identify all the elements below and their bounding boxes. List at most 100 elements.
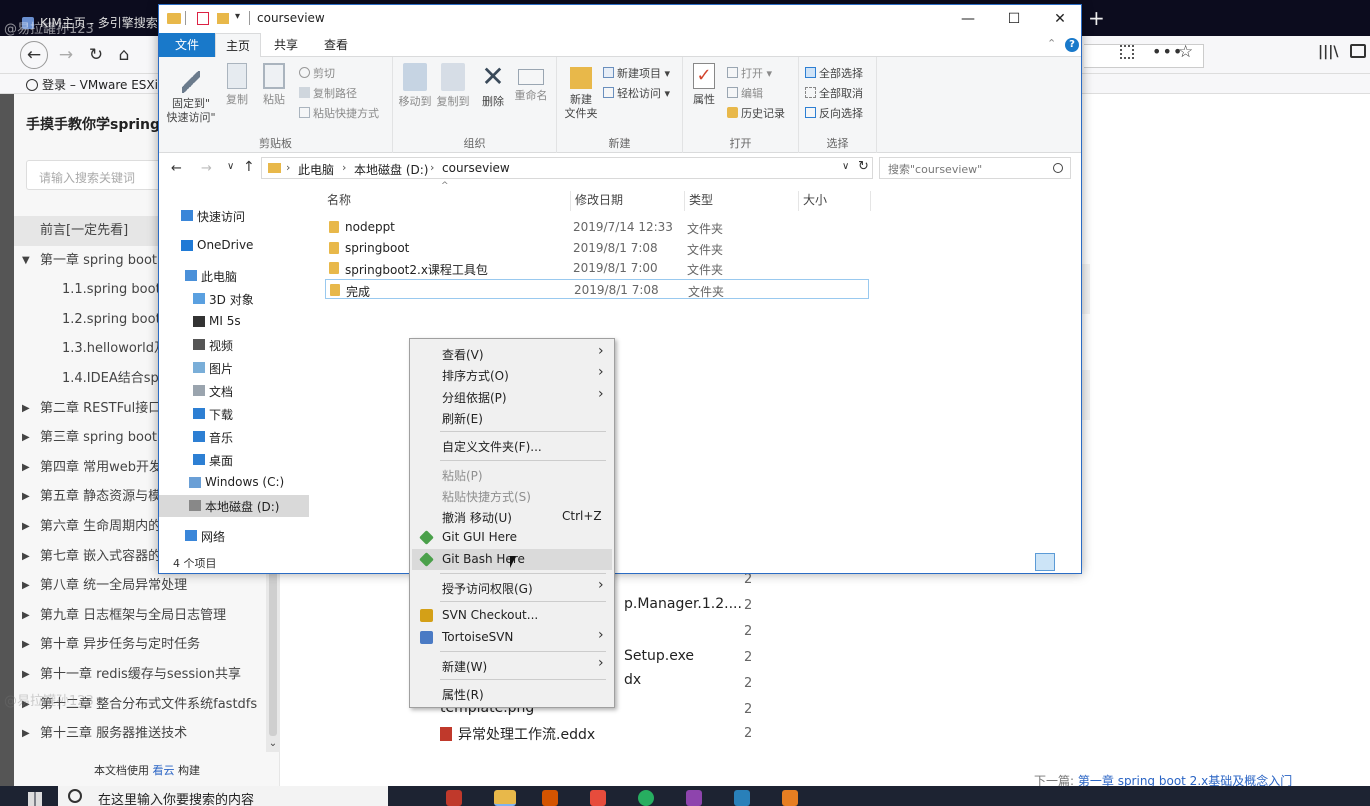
menu-item[interactable]: 新建(W) › [412, 655, 612, 676]
nav-item[interactable]: OneDrive [159, 235, 309, 257]
nav-item[interactable]: 网络 [159, 525, 309, 547]
menu-item[interactable]: 粘贴快捷方式(S) [412, 485, 612, 506]
taskbar-app-icon[interactable] [590, 790, 606, 806]
column-header-size[interactable]: 大小 [799, 191, 871, 211]
toc-item[interactable]: ▶ 第九章 日志框架与全局日志管理 [14, 601, 266, 631]
qr-code-icon[interactable] [1120, 45, 1134, 59]
easy-access-button[interactable]: 轻松访问 ▾ [603, 85, 670, 101]
footer-link[interactable]: 看云 [153, 764, 175, 777]
nav-item[interactable]: 本地磁盘 (D:) [159, 495, 309, 517]
scroll-down-icon[interactable]: ⌄ [266, 738, 280, 749]
search-input[interactable]: 搜索"courseview" [879, 157, 1071, 179]
new-tab-button[interactable]: + [1088, 6, 1105, 30]
nav-item[interactable]: 3D 对象 [159, 288, 309, 310]
chrome-taskbar-icon[interactable] [638, 790, 654, 806]
copy-to-button[interactable]: 复制到 [435, 63, 471, 109]
help-icon[interactable]: ? [1065, 38, 1079, 52]
copy-button[interactable]: 复制 [221, 63, 253, 107]
edit-button[interactable]: 编辑 [727, 85, 763, 101]
tab-share[interactable]: 共享 [263, 33, 309, 57]
caret-right-icon[interactable]: ▶ [22, 660, 30, 690]
new-folder-button[interactable]: 新建 文件夹 [561, 63, 601, 121]
nav-item[interactable]: 此电脑 [159, 265, 309, 287]
nav-item[interactable]: 快速访问 [159, 205, 309, 227]
select-none-button[interactable]: 全部取消 [805, 85, 863, 101]
title-bar[interactable]: ▾ courseview — ☐ ✕ [159, 5, 1081, 33]
open-button[interactable]: 打开 ▾ [727, 65, 772, 81]
ribbon-collapse-icon[interactable]: ⌃ [1047, 37, 1056, 50]
menu-item[interactable]: 授予访问权限(G) › [412, 577, 612, 598]
breadcrumb-drive-d[interactable]: 本地磁盘 (D:) [354, 161, 428, 178]
menu-item[interactable]: 自定义文件夹(F)... [412, 435, 612, 456]
tab-home[interactable]: 主页 [215, 33, 261, 58]
column-header-type[interactable]: 类型 [685, 191, 799, 211]
caret-right-icon[interactable]: ▶ [22, 542, 30, 572]
copy-path-button[interactable]: 复制路径 [299, 85, 357, 101]
menu-item[interactable]: TortoiseSVN › [412, 627, 612, 648]
nav-up-button[interactable]: ↑ [243, 159, 255, 175]
menu-item[interactable]: 属性(R) [412, 683, 612, 704]
address-bar[interactable]: › 此电脑 › 本地磁盘 (D:) › courseview ∨ ↻ [261, 157, 873, 179]
file-row[interactable]: springboot2.x课程工具包 2019/8/1 7:00 文件夹 [325, 258, 869, 278]
nav-item[interactable]: 桌面 [159, 449, 309, 471]
menu-item[interactable]: 撤消 移动(U) Ctrl+Z [412, 506, 612, 527]
rename-button[interactable]: 重命名 [511, 63, 551, 103]
menu-item[interactable]: 刷新(E) [412, 407, 612, 428]
close-button[interactable]: ✕ [1037, 5, 1083, 33]
file-row[interactable]: springboot 2019/8/1 7:08 文件夹 [325, 238, 869, 258]
caret-down-icon[interactable]: ▼ [22, 246, 30, 276]
file-row[interactable]: nodeppt 2019/7/14 12:33 文件夹 [325, 217, 869, 237]
reload-button[interactable]: ↻ [84, 44, 108, 68]
move-to-button[interactable]: 移动到 [397, 63, 433, 109]
file-explorer-taskbar-icon[interactable] [494, 790, 516, 806]
invert-selection-button[interactable]: 反向选择 [805, 105, 863, 121]
library-icon[interactable]: |||\ [1318, 44, 1338, 60]
menu-item[interactable]: 查看(V) › [412, 343, 612, 364]
taskbar-app-icon[interactable] [734, 790, 750, 806]
large-icons-view-button[interactable] [1059, 553, 1079, 571]
menu-item[interactable]: 排序方式(O) › [412, 364, 612, 385]
tab-view[interactable]: 查看 [311, 33, 361, 57]
nav-forward-button[interactable]: → [201, 161, 212, 176]
caret-right-icon[interactable]: ▶ [22, 512, 30, 542]
menu-item[interactable]: 分组依据(P) › [412, 386, 612, 407]
windows-start-icon[interactable] [28, 792, 42, 806]
column-header-date[interactable]: 修改日期 [571, 191, 685, 211]
menu-item[interactable]: SVN Checkout... [412, 605, 612, 626]
caret-right-icon[interactable]: ▶ [22, 601, 30, 631]
column-header-name[interactable]: 名称 [323, 191, 571, 211]
file-row[interactable]: 完成 2019/8/1 7:08 文件夹 [325, 278, 869, 299]
breadcrumb-chevron-icon[interactable]: › [286, 161, 290, 174]
tab-file[interactable]: 文件 [159, 33, 215, 57]
forward-button[interactable]: → [54, 44, 78, 68]
nav-item[interactable]: 音乐 [159, 426, 309, 448]
bookmark-star-icon[interactable]: ☆ [1178, 42, 1193, 62]
cut-button[interactable]: 剪切 [299, 65, 335, 81]
maximize-button[interactable]: ☐ [991, 5, 1037, 33]
caret-right-icon[interactable]: ▶ [22, 453, 30, 483]
sidebar-icon[interactable] [1350, 44, 1366, 58]
new-item-button[interactable]: 新建项目 ▾ [603, 65, 670, 81]
pin-quick-access-button[interactable]: 固定到" 快速访问" [165, 63, 217, 125]
nav-item[interactable]: 视频 [159, 334, 309, 356]
breadcrumb-chevron-icon[interactable]: › [430, 161, 434, 174]
back-button[interactable]: ← [20, 41, 48, 69]
toc-item[interactable]: ▶ 第十一章 redis缓存与session共享 [14, 660, 266, 690]
new-folder-quick-icon[interactable] [217, 13, 229, 24]
select-all-button[interactable]: 全部选择 [805, 65, 863, 81]
nav-item[interactable]: 图片 [159, 357, 309, 379]
recent-locations-chevron-down-icon[interactable]: ∨ [227, 161, 234, 172]
nav-item[interactable]: 文档 [159, 380, 309, 402]
caret-right-icon[interactable]: ▶ [22, 719, 30, 749]
properties-button[interactable]: ✓ 属性 [687, 63, 721, 107]
toc-item[interactable]: ▶ 第八章 统一全局异常处理 [14, 571, 266, 601]
breadcrumb-courseview[interactable]: courseview [442, 161, 510, 175]
taskbar-search-input[interactable]: 在这里输入你要搜索的内容 [58, 786, 388, 806]
refresh-icon[interactable]: ↻ [858, 159, 869, 174]
caret-right-icon[interactable]: ▶ [22, 482, 30, 512]
caret-right-icon[interactable]: ▶ [22, 423, 30, 453]
taskbar-app-icon[interactable] [446, 790, 462, 806]
nav-back-button[interactable]: ← [171, 161, 182, 176]
bookmark-vmware-esxi[interactable]: 登录 – VMware ESXi [26, 76, 158, 93]
nav-item[interactable]: Windows (C:) [159, 472, 309, 494]
